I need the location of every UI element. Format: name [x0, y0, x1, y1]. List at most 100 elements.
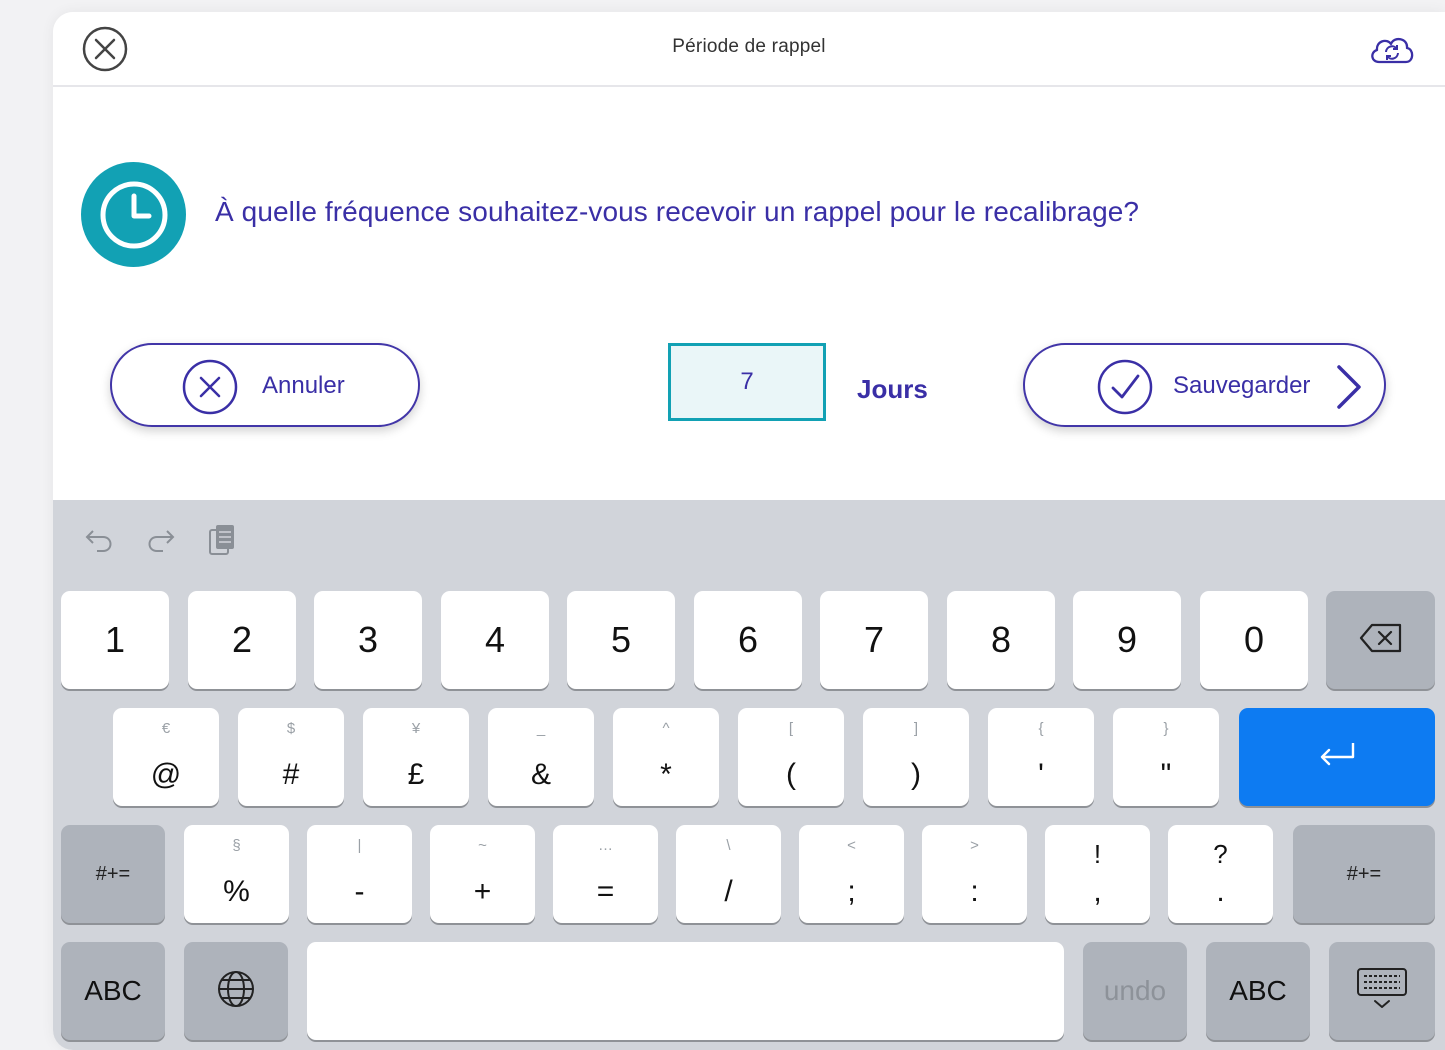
cloud-sync-icon[interactable]	[1367, 30, 1417, 70]
key-primary: &	[530, 758, 551, 791]
key-apostrophe[interactable]: {'	[988, 708, 1094, 806]
backspace-key[interactable]	[1326, 591, 1435, 689]
dismiss-keyboard-key[interactable]	[1329, 942, 1435, 1040]
key-label: 1	[104, 619, 126, 660]
key-9[interactable]: 9	[1073, 591, 1181, 689]
globe-key[interactable]	[184, 942, 288, 1040]
key-primary: =	[596, 875, 615, 908]
key-primary: #	[282, 758, 300, 791]
key-plus[interactable]: ~ +	[430, 825, 535, 923]
key-label: 3	[357, 619, 379, 660]
key-primary: £	[407, 758, 425, 791]
key-primary: +	[473, 875, 492, 908]
paste-icon[interactable]	[201, 520, 241, 560]
key-1[interactable]: 1	[61, 591, 169, 689]
abc-key-left[interactable]: ABC	[61, 942, 165, 1040]
key-secondary: \	[726, 837, 731, 854]
symbols-shift-key-left[interactable]: #+=	[61, 825, 165, 923]
save-label: Sauvegarder	[1173, 372, 1311, 399]
return-arrow-icon	[1315, 739, 1359, 776]
top-bar: Période de rappel	[53, 12, 1445, 87]
key-8[interactable]: 8	[947, 591, 1055, 689]
key-equals[interactable]: … =	[553, 825, 658, 923]
return-key[interactable]	[1239, 708, 1435, 806]
symbols-shift-key-right[interactable]: #+=	[1293, 825, 1435, 923]
save-button[interactable]: Sauvegarder	[1023, 343, 1386, 427]
key-primary: @	[150, 758, 182, 791]
key-label: 7	[863, 619, 885, 660]
key-asterisk[interactable]: ^ *	[613, 708, 719, 806]
key-primary: .	[1216, 875, 1225, 908]
key-primary: %	[223, 875, 250, 908]
key-secondary: >	[970, 837, 979, 854]
backspace-icon	[1358, 622, 1404, 659]
key-secondary: §	[232, 837, 241, 854]
key-secondary: <	[847, 837, 856, 854]
key-ampersand[interactable]: _ &	[488, 708, 594, 806]
key-2[interactable]: 2	[188, 591, 296, 689]
cancel-button[interactable]: Annuler	[110, 343, 420, 427]
key-label: #+=	[95, 862, 131, 885]
key-secondary: ?	[1213, 839, 1228, 869]
key-secondary: ~	[478, 837, 487, 854]
key-percent[interactable]: §%	[184, 825, 289, 923]
checkmark-icon	[1097, 359, 1153, 420]
key-primary: *	[660, 758, 672, 791]
key-label: ABC	[1229, 975, 1287, 1006]
reminder-days-input[interactable]: 7	[668, 343, 826, 421]
key-label: 0	[1243, 619, 1265, 660]
key-label: 8	[990, 619, 1012, 660]
key-primary: )	[911, 758, 921, 791]
key-label: 6	[737, 619, 759, 660]
globe-icon	[216, 969, 256, 1014]
key-secondary: $	[286, 720, 296, 737]
key-secondary: ^	[662, 720, 670, 737]
key-comma[interactable]: !,	[1045, 825, 1150, 923]
redo-arrow-icon[interactable]	[140, 520, 180, 560]
cancel-label: Annuler	[262, 372, 345, 399]
key-secondary: |	[357, 837, 362, 854]
key-4[interactable]: 4	[441, 591, 549, 689]
key-5[interactable]: 5	[567, 591, 675, 689]
abc-key-right[interactable]: ABC	[1206, 942, 1310, 1040]
on-screen-keyboard: 1 2 3 4 5 6 7 8 9 0 € @ $ # ¥ £ _ & ^ * [( ])…	[53, 500, 1445, 1050]
key-slash[interactable]: \ /	[676, 825, 781, 923]
clock-icon	[81, 162, 186, 267]
space-bar[interactable]	[307, 942, 1064, 1040]
key-primary: -	[354, 875, 365, 908]
key-colon[interactable]: >:	[922, 825, 1027, 923]
reminder-question: À quelle fréquence souhaitez-vous recevo…	[215, 196, 1140, 227]
undo-arrow-icon[interactable]	[80, 520, 120, 560]
keyboard-dismiss-icon	[1355, 966, 1409, 1017]
key-secondary: }	[1163, 720, 1169, 737]
key-secondary: €	[161, 720, 171, 737]
key-label: #+=	[1346, 862, 1382, 885]
key-label: 4	[484, 619, 506, 660]
key-label: 9	[1116, 619, 1138, 660]
key-primary: (	[786, 758, 796, 791]
key-open-paren[interactable]: [(	[738, 708, 844, 806]
key-primary: :	[970, 875, 979, 908]
key-period[interactable]: ?.	[1168, 825, 1273, 923]
key-quote[interactable]: } "	[1113, 708, 1219, 806]
key-secondary: [	[788, 720, 794, 737]
chevron-right-icon	[1333, 363, 1365, 416]
key-pound[interactable]: ¥ £	[363, 708, 469, 806]
key-secondary: ]	[913, 720, 919, 737]
key-hyphen[interactable]: | -	[307, 825, 412, 923]
page-title: Période de rappel	[672, 36, 826, 57]
key-close-paren[interactable]: ])	[863, 708, 969, 806]
key-6[interactable]: 6	[694, 591, 802, 689]
key-hash[interactable]: $ #	[238, 708, 344, 806]
key-0[interactable]: 0	[1200, 591, 1308, 689]
key-label: undo	[1103, 975, 1167, 1006]
undo-key[interactable]: undo	[1083, 942, 1187, 1040]
key-label: 2	[231, 619, 253, 660]
key-3[interactable]: 3	[314, 591, 422, 689]
key-label: ABC	[84, 975, 142, 1006]
key-7[interactable]: 7	[820, 591, 928, 689]
key-primary: "	[1160, 758, 1172, 791]
key-at[interactable]: € @	[113, 708, 219, 806]
key-primary: ;	[847, 875, 856, 908]
key-semicolon[interactable]: <;	[799, 825, 904, 923]
